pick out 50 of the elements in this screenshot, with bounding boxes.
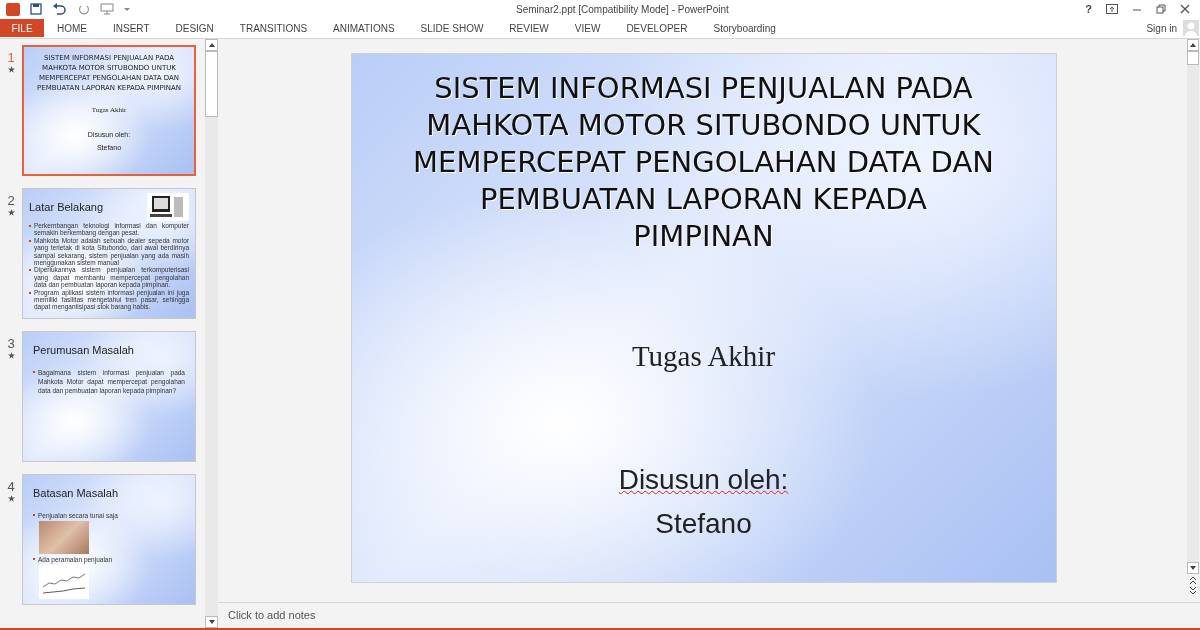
restore-icon[interactable]: [1156, 4, 1166, 14]
animation-star-icon: [7, 209, 15, 216]
previous-slide-icon[interactable]: [1190, 577, 1196, 584]
ribbon-tab[interactable]: VIEW: [561, 19, 614, 37]
close-icon[interactable]: [1180, 4, 1190, 14]
ribbon-tab[interactable]: DESIGN: [162, 19, 227, 37]
slide-title: Perumusan Masalah: [33, 343, 134, 358]
file-tab[interactable]: FILE: [0, 19, 44, 37]
customize-caret-icon[interactable]: [124, 6, 130, 12]
animation-star-icon: [7, 352, 15, 359]
slide-subtitle: Tugas Akhir: [631, 339, 776, 374]
next-slide-icon[interactable]: [1190, 587, 1196, 594]
undo-icon[interactable]: [52, 3, 68, 15]
slide-title: SISTEM INFORMASI PENJUALAN PADA MAHKOTA MOTOR SITUBONDO UNTUK MEMPERCEPAT PENGOLAHAN DATA DAN PEMBUATAN LAPORAN KEPADA PIMPINAN: [412, 70, 995, 255]
scroll-down-icon[interactable]: [1187, 562, 1199, 574]
notes-placeholder: Click to add notes: [228, 608, 316, 624]
slide-thumbnail[interactable]: [22, 188, 196, 319]
sign-in-link[interactable]: Sign in: [1146, 20, 1177, 36]
slide-number: 4: [7, 480, 15, 493]
scroll-up-icon[interactable]: [205, 39, 218, 51]
window-title: Seminar2.ppt [Compatibility Mode] - PowerPoint: [516, 3, 729, 17]
ribbon-tab[interactable]: TRANSITIONS: [226, 19, 321, 37]
help-button[interactable]: ?: [1085, 0, 1092, 18]
scroll-thumb[interactable]: [1187, 51, 1199, 65]
animation-star-icon: [7, 66, 15, 73]
ribbon-tab[interactable]: ANIMATIONS: [320, 19, 408, 37]
ribbon-tab[interactable]: SLIDE SHOW: [407, 19, 497, 37]
ribbon-tab[interactable]: REVIEW: [496, 19, 562, 37]
photo-placeholder: [39, 521, 89, 554]
slide-number: 3: [7, 337, 15, 350]
scroll-up-icon[interactable]: [1187, 39, 1199, 51]
slide-title: Batasan Masalah: [33, 486, 118, 501]
slide-text: Disusun oleh:: [618, 462, 789, 497]
save-icon[interactable]: [30, 3, 42, 15]
ribbon-tab[interactable]: DEVELOPER: [613, 19, 701, 37]
slide-text: Stefano: [655, 506, 752, 541]
animation-star-icon: [7, 495, 15, 502]
ribbon-tab[interactable]: HOME: [44, 19, 100, 37]
slide-number: 1: [7, 51, 15, 64]
line-graph-picture: [39, 565, 89, 599]
scroll-down-icon[interactable]: [205, 616, 218, 628]
ribbon-tab[interactable]: Storyboarding: [700, 19, 789, 37]
scroll-thumb[interactable]: [205, 51, 218, 117]
redo-icon[interactable]: [78, 3, 90, 15]
slide-title: Latar Belakang: [29, 200, 103, 215]
app-logo-icon: [6, 2, 20, 16]
ribbon-display-icon[interactable]: [1106, 4, 1118, 14]
slide-number: 2: [7, 194, 15, 207]
ribbon-tab[interactable]: INSERT: [100, 19, 163, 37]
scrollbar[interactable]: [205, 39, 218, 628]
